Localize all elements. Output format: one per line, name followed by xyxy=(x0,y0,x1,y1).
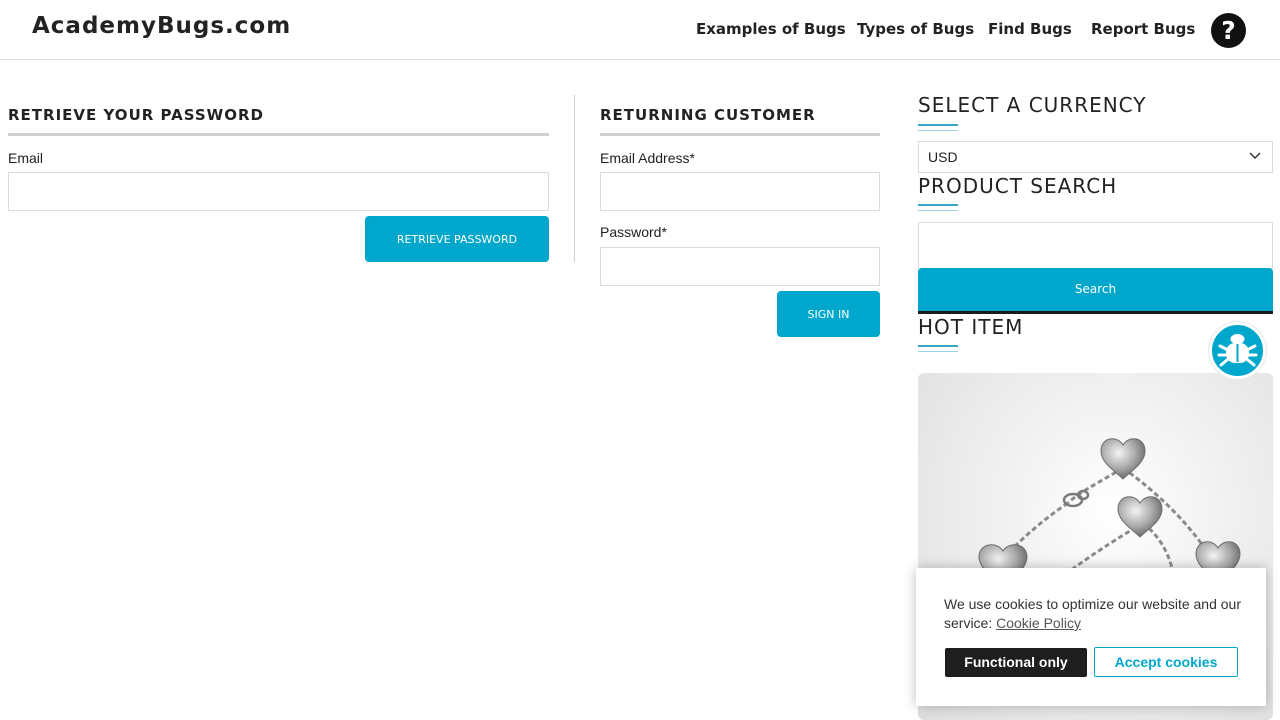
accept-cookies-button[interactable]: Accept cookies xyxy=(1094,647,1238,677)
cookie-message: We use cookies to optimize our website a… xyxy=(944,595,1244,633)
product-search-heading: PRODUCT SEARCH xyxy=(918,174,1118,198)
product-search-input[interactable] xyxy=(918,222,1273,269)
login-password-input[interactable] xyxy=(600,247,880,286)
login-email-label: Email Address* xyxy=(600,150,695,166)
hot-item-heading-accent xyxy=(918,345,958,352)
site-header: AcademyBugs.com Examples of Bugs Types o… xyxy=(0,0,1280,60)
functional-only-button[interactable]: Functional only xyxy=(945,648,1087,677)
site-logo[interactable]: AcademyBugs.com xyxy=(32,13,291,39)
cookie-consent-popup: We use cookies to optimize our website a… xyxy=(916,568,1266,706)
currency-heading: SELECT A CURRENCY xyxy=(918,93,1147,117)
cookie-policy-link[interactable]: Cookie Policy xyxy=(996,615,1081,631)
retrieve-email-input[interactable] xyxy=(8,172,549,211)
column-divider xyxy=(574,95,575,262)
help-icon[interactable]: ? xyxy=(1211,13,1246,48)
sign-in-button[interactable]: SIGN IN xyxy=(777,291,880,337)
currency-heading-accent xyxy=(918,124,958,131)
currency-selected-value: USD xyxy=(928,149,958,165)
bug-icon xyxy=(1217,334,1258,367)
nav-examples-of-bugs[interactable]: Examples of Bugs xyxy=(696,20,846,38)
returning-customer-heading: RETURNING CUSTOMER xyxy=(600,106,816,124)
hot-item-heading: HOT ITEM xyxy=(918,315,1024,339)
chevron-down-icon xyxy=(1249,152,1261,160)
retrieve-heading-rule xyxy=(8,133,549,136)
nav-types-of-bugs[interactable]: Types of Bugs xyxy=(857,20,974,38)
search-button[interactable]: Search xyxy=(918,268,1273,314)
search-heading-accent xyxy=(918,204,958,211)
login-email-input[interactable] xyxy=(600,172,880,211)
login-password-label: Password* xyxy=(600,224,667,240)
currency-select[interactable]: USD xyxy=(918,141,1273,173)
nav-report-bugs[interactable]: Report Bugs xyxy=(1091,20,1195,38)
returning-heading-rule xyxy=(600,133,880,136)
nav-find-bugs[interactable]: Find Bugs xyxy=(988,20,1072,38)
retrieve-password-heading: RETRIEVE YOUR PASSWORD xyxy=(8,106,264,124)
retrieve-email-label: Email xyxy=(8,150,44,166)
report-bug-badge[interactable] xyxy=(1209,322,1266,379)
cookie-text: We use cookies to optimize our website a… xyxy=(944,596,1242,631)
retrieve-password-button[interactable]: RETRIEVE PASSWORD xyxy=(365,216,549,262)
